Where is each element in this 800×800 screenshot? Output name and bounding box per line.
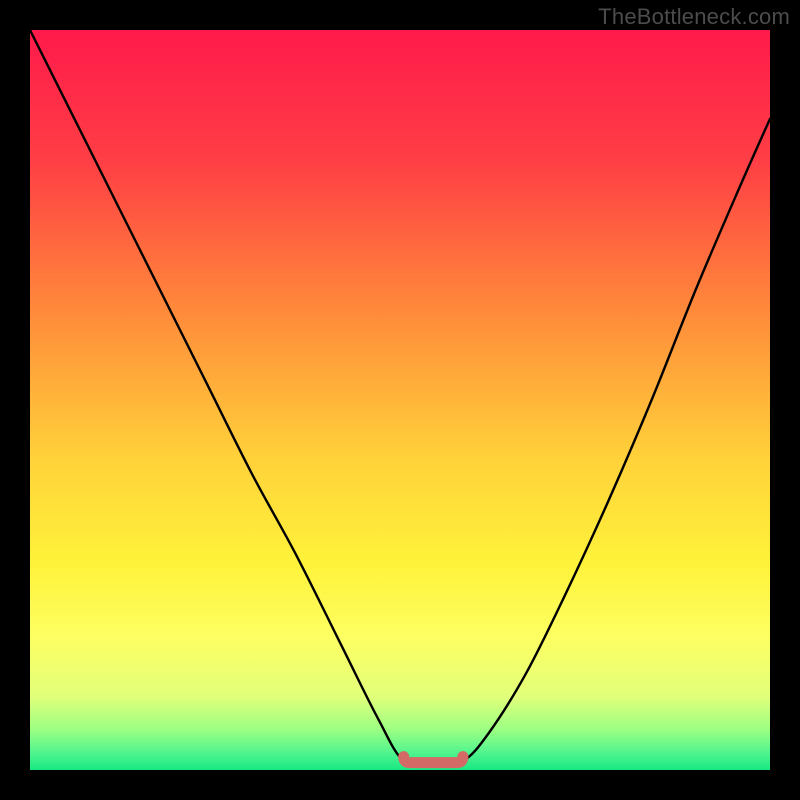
- bottleneck-curve: [30, 30, 770, 766]
- plot-area: [30, 30, 770, 770]
- chart-frame: TheBottleneck.com: [0, 0, 800, 800]
- watermark-text: TheBottleneck.com: [598, 4, 790, 30]
- curve-layer: [30, 30, 770, 770]
- optimal-range-marker: [404, 757, 463, 763]
